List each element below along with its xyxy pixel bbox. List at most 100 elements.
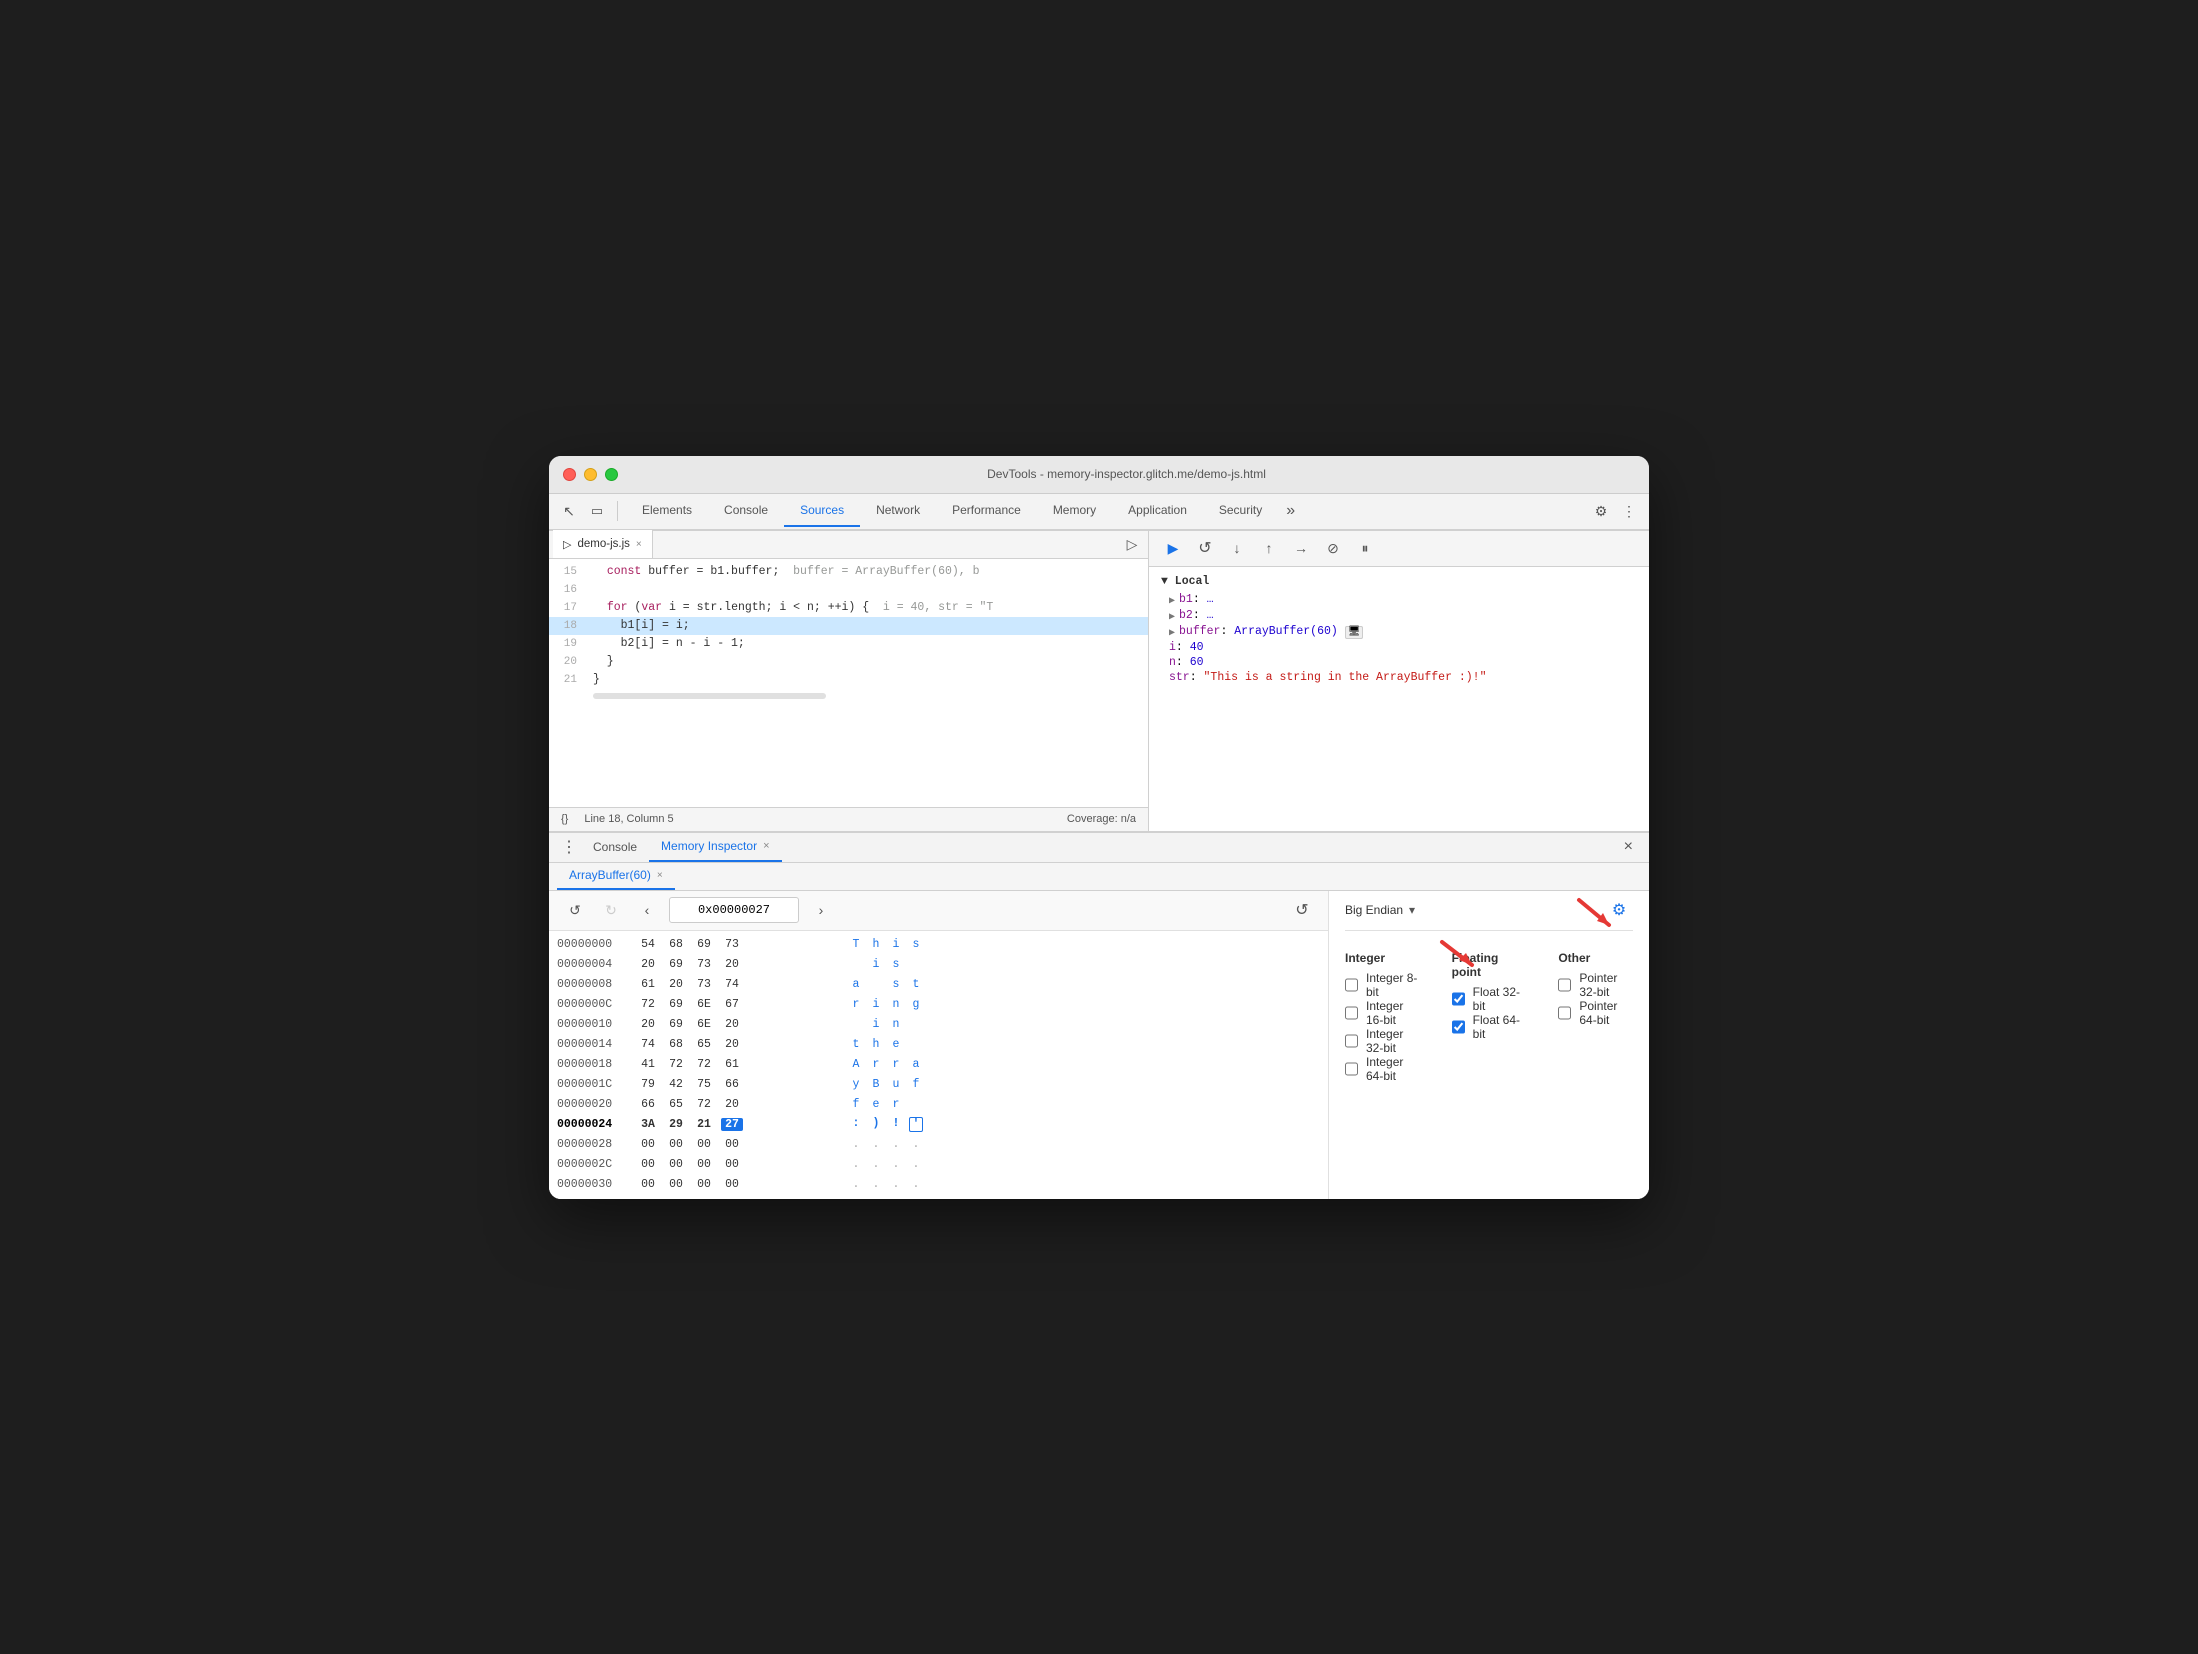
status-bar: {} Line 18, Column 5 Coverage: n/a [549,807,1148,831]
float-column: Floating point Float 32-bit Float 64-bit [1452,939,1527,1097]
toolbar-right: ⚙ ⋮ [1589,499,1641,523]
prev-btn[interactable]: ‹ [633,896,661,924]
other-section: Other Pointer 32-bit Pointer 64-bit [1558,939,1633,1041]
refresh-btn[interactable]: ↺ [1288,896,1316,924]
hex-row-8: 00000008 61 20 73 74 a [549,975,1328,995]
ptr32-label: Pointer 32-bit [1579,971,1633,999]
tab-performance[interactable]: Performance [936,495,1037,527]
tab-application[interactable]: Application [1112,495,1203,527]
tab-sources[interactable]: Sources [784,495,860,527]
scope-local-title: ▼ Local [1161,575,1637,588]
scope-str: str: "This is a string in the ArrayBuffe… [1161,670,1637,685]
integer-title: Integer [1345,951,1420,965]
file-name: demo-js.js [577,538,629,550]
device-icon[interactable]: ▭ [585,499,609,523]
float64-label: Float 64-bit [1473,1013,1527,1041]
scope-b1[interactable]: ▶ b1: … [1161,592,1637,608]
window-title: DevTools - memory-inspector.glitch.me/de… [618,467,1635,481]
hex-row-0: 00000000 54 68 69 73 T h [549,935,1328,955]
file-icon: ▷ [563,538,571,551]
scope-i: i: 40 [1161,640,1637,655]
file-tab-demo-js[interactable]: ▷ demo-js.js × [553,530,653,558]
scope-buffer[interactable]: ▶ buffer: ArrayBuffer(60) 🖥 [1161,624,1637,640]
memory-inspector-close[interactable]: × [763,840,769,852]
float64-row: Float 64-bit [1452,1015,1527,1039]
tab-console-bottom[interactable]: Console [581,832,649,862]
nav-bar: ↺ ↻ ‹ › ↺ [549,891,1328,931]
cursor-icon[interactable]: ↖ [557,499,581,523]
tab-security[interactable]: Security [1203,495,1278,527]
minimize-button[interactable] [584,468,597,481]
red-arrow-float [1432,937,1482,977]
tab-console[interactable]: Console [708,495,784,527]
ptr64-checkbox[interactable] [1558,1006,1571,1020]
maximize-button[interactable] [605,468,618,481]
run-icon[interactable]: ▷ [1120,532,1144,556]
memory-content: ↺ ↻ ‹ › ↺ 00000000 54 [549,891,1649,1199]
settings-icon[interactable]: ⚙ [1589,499,1613,523]
int64-row: Integer 64-bit [1345,1057,1420,1081]
ptr64-label: Pointer 64-bit [1579,999,1633,1027]
hex-row-c: 0000000C 72 69 6E 67 r i [549,995,1328,1015]
code-editor: 15 const buffer = b1.buffer; buffer = Ar… [549,559,1148,807]
int64-checkbox[interactable] [1345,1062,1358,1076]
tab-more[interactable]: » [1278,502,1303,520]
pause-btn[interactable]: ⏸ [1353,536,1377,560]
next-btn[interactable]: › [807,896,835,924]
buffer-tab-label: ArrayBuffer(60) [569,868,651,882]
hex-row-28: 00000028 00 00 00 00 . . [549,1135,1328,1155]
ptr32-checkbox[interactable] [1558,978,1571,992]
scope-n: n: 60 [1161,655,1637,670]
tab-network[interactable]: Network [860,495,936,527]
float32-checkbox[interactable] [1452,992,1465,1006]
buffer-tab-bar: ArrayBuffer(60) × [549,863,1649,891]
code-line-19: 19 b2[i] = n - i - 1; [549,635,1148,653]
code-line-20: 20 } [549,653,1148,671]
close-button[interactable] [563,468,576,481]
tab-memory[interactable]: Memory [1037,495,1112,527]
hex-row-24: 00000024 3A 29 21 27 : ) [549,1115,1328,1135]
step-btn[interactable]: → [1289,536,1313,560]
float32-label: Float 32-bit [1473,985,1527,1013]
int16-checkbox[interactable] [1345,1006,1358,1020]
hex-row-1c: 0000001C 79 42 75 66 y B [549,1075,1328,1095]
float64-checkbox[interactable] [1452,1020,1465,1034]
more-icon[interactable]: ⋮ [1617,499,1641,523]
devtools-container: ↖ ▭ Elements Console Sources Network Per… [549,494,1649,1199]
buffer-tab-close[interactable]: × [657,870,663,881]
deactivate-btn[interactable]: ⊘ [1321,536,1345,560]
bottom-area: ⋮ Console Memory Inspector × × ArrayBuff… [549,832,1649,1199]
buffer-tab[interactable]: ArrayBuffer(60) × [557,862,675,890]
titlebar: DevTools - memory-inspector.glitch.me/de… [549,456,1649,494]
bottom-close-btn[interactable]: × [1616,838,1641,856]
int32-checkbox[interactable] [1345,1034,1358,1048]
tab-memory-inspector[interactable]: Memory Inspector × [649,832,781,862]
float32-row: Float 32-bit [1452,987,1527,1011]
resume-btn[interactable]: ▶ [1161,536,1185,560]
hex-row-2c: 0000002C 00 00 00 00 . . [549,1155,1328,1175]
history-forward-btn[interactable]: ↻ [597,896,625,924]
hex-row-14: 00000014 74 68 65 20 t h [549,1035,1328,1055]
top-toolbar: ↖ ▭ Elements Console Sources Network Per… [549,494,1649,530]
history-back-btn[interactable]: ↺ [561,896,589,924]
int8-checkbox[interactable] [1345,978,1358,992]
tab-elements[interactable]: Elements [626,495,708,527]
integer-section: Integer Integer 8-bit Integer 16-bit [1345,939,1420,1097]
hex-row-4: 00000004 20 69 73 20 i [549,955,1328,975]
scope-b2[interactable]: ▶ b2: … [1161,608,1637,624]
step-into-btn[interactable]: ↓ [1225,536,1249,560]
int32-label: Integer 32-bit [1366,1027,1420,1055]
code-line-18: 18 b1[i] = i; [549,617,1148,635]
int16-label: Integer 16-bit [1366,999,1420,1027]
step-over-btn[interactable]: ↺ [1193,536,1217,560]
endian-select[interactable]: Big Endian ▾ [1345,903,1415,917]
bottom-menu-icon[interactable]: ⋮ [557,835,581,859]
step-out-btn[interactable]: ↑ [1257,536,1281,560]
file-tab-close[interactable]: × [636,539,642,550]
integer-column: Integer Integer 8-bit Integer 16-bit [1345,939,1420,1097]
coverage-status: Coverage: n/a [1067,813,1136,825]
cursor-position: Line 18, Column 5 [584,813,673,825]
address-input[interactable] [669,897,799,923]
int8-row: Integer 8-bit [1345,973,1420,997]
ptr64-row: Pointer 64-bit [1558,1001,1633,1025]
